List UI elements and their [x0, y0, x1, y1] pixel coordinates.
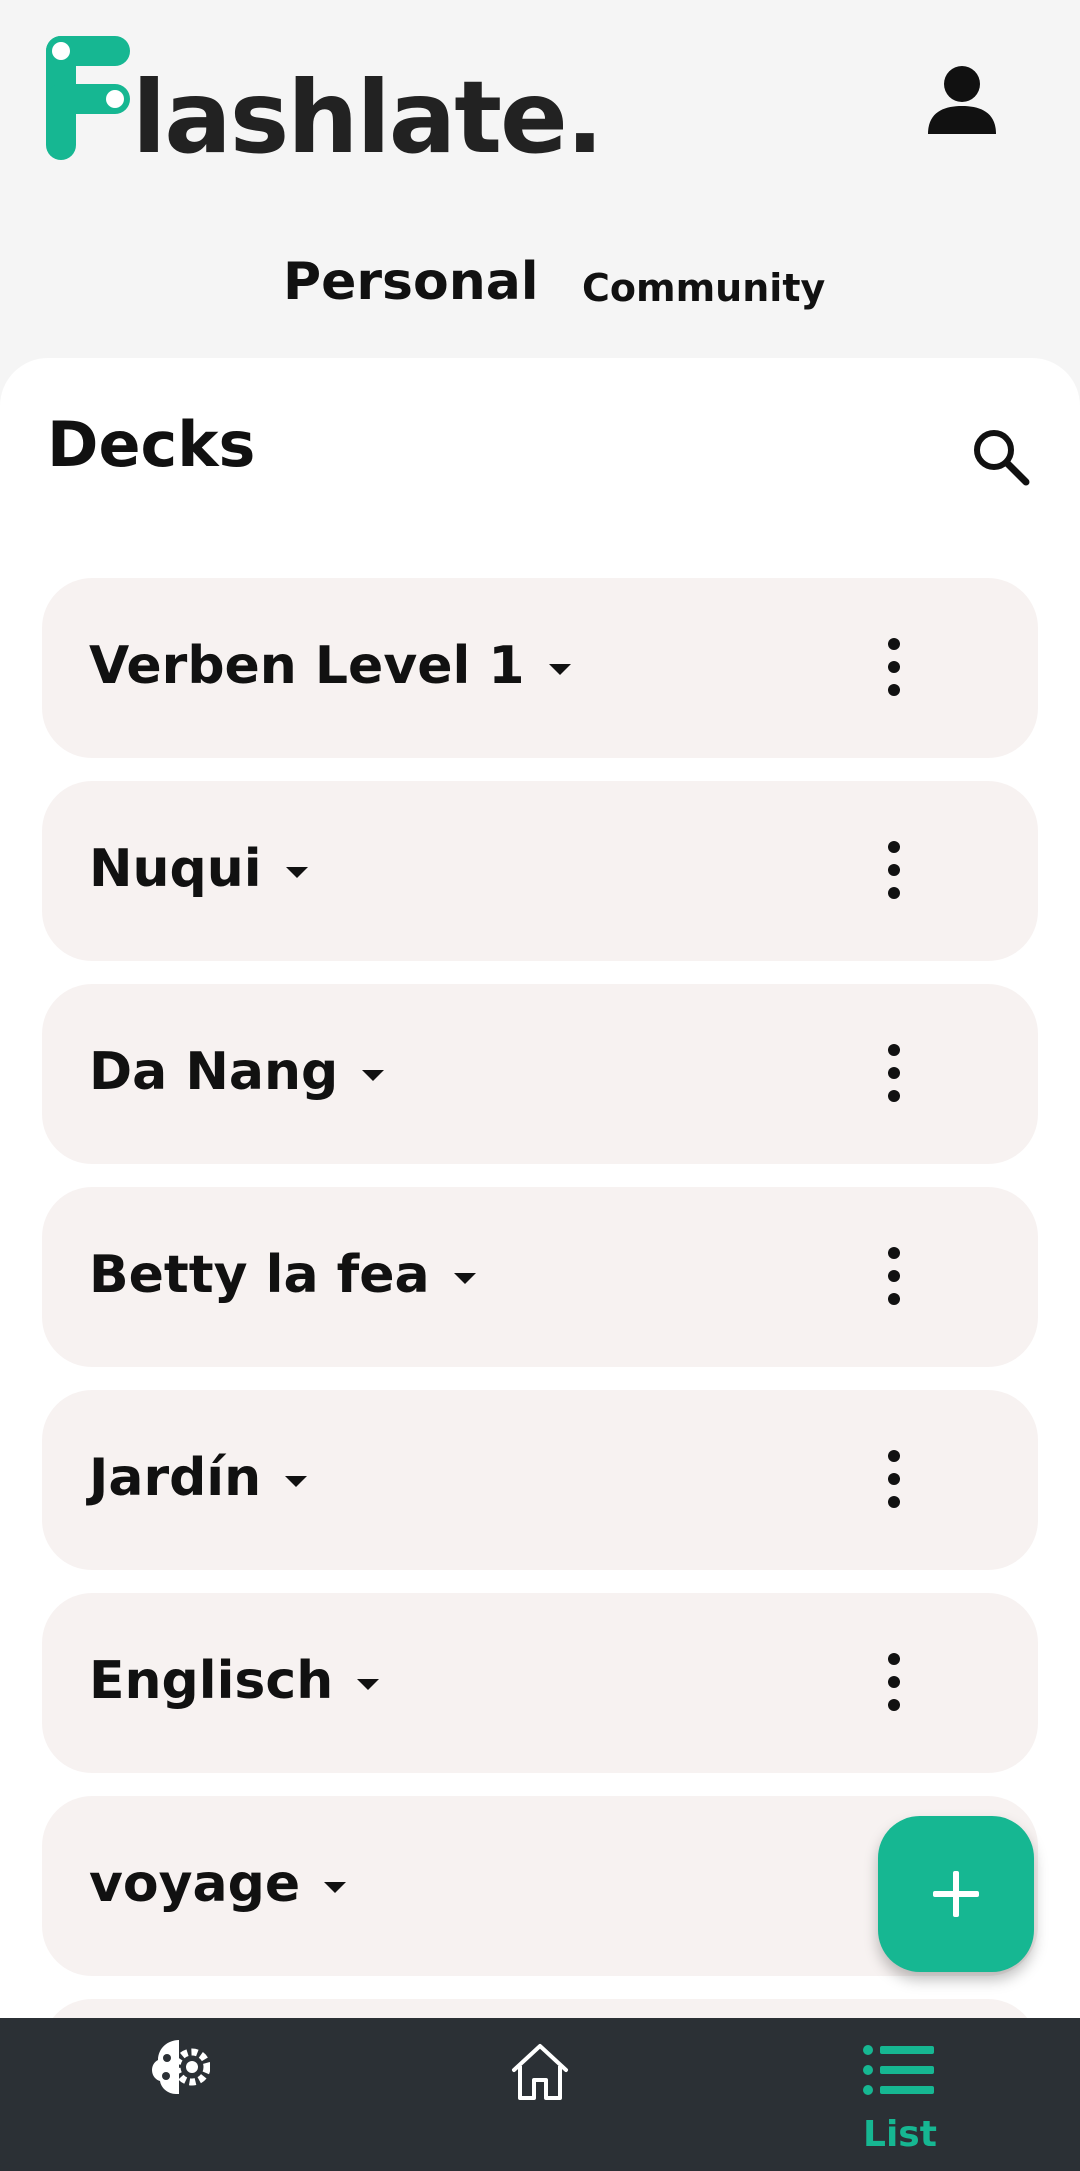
dot — [888, 1293, 900, 1305]
deck-name[interactable]: voyage — [89, 1854, 347, 1914]
dot — [888, 1090, 900, 1102]
deck-name[interactable]: Englisch — [89, 1651, 380, 1711]
deck-options-button[interactable] — [876, 841, 912, 901]
deck-name[interactable]: Nuqui — [89, 839, 308, 899]
deck-name-label: voyage — [89, 1854, 301, 1914]
dot — [888, 1496, 900, 1508]
nav-study[interactable] — [148, 2036, 211, 2098]
dot — [888, 1473, 900, 1485]
page-title: Decks — [47, 408, 256, 481]
header: lashlate. — [0, 0, 1080, 200]
caret-down-icon[interactable] — [285, 866, 308, 878]
deck-name-label: Betty la fea — [89, 1245, 430, 1305]
deck-item[interactable]: Englisch — [42, 1593, 1038, 1773]
deck-item-partial[interactable] — [42, 1999, 1038, 2018]
brain-gear-icon — [152, 2040, 211, 2094]
deck-list: Verben Level 1 Nuqui Da Nang Betty la fe… — [42, 578, 1038, 2018]
list-icon — [863, 2045, 934, 2095]
deck-name[interactable]: Verben Level 1 — [89, 636, 571, 696]
deck-item[interactable]: Da Nang — [42, 984, 1038, 1164]
deck-name[interactable]: Jardín — [89, 1448, 308, 1508]
app-name: lashlate. — [132, 59, 604, 176]
deck-name-label: Jardín — [89, 1448, 262, 1508]
deck-options-button[interactable] — [876, 638, 912, 698]
deck-name-label: Da Nang — [89, 1042, 339, 1102]
search-icon — [974, 430, 1030, 486]
caret-down-icon[interactable] — [548, 663, 571, 675]
dot — [888, 1450, 900, 1462]
deck-name[interactable]: Betty la fea — [89, 1245, 476, 1305]
dot — [888, 661, 900, 673]
search-button[interactable] — [970, 426, 1032, 488]
deck-name[interactable]: Da Nang — [89, 1042, 385, 1102]
dot — [888, 1067, 900, 1079]
dot — [888, 1270, 900, 1282]
dot — [888, 1699, 900, 1711]
tab-personal[interactable]: Personal — [283, 252, 539, 312]
app-logo: lashlate. — [44, 30, 604, 176]
deck-tabs: Personal Community — [0, 250, 1080, 320]
dot — [888, 1247, 900, 1259]
deck-options-button[interactable] — [876, 1450, 912, 1510]
decks-panel: Decks Verben Level 1 Nuqui Da Nang Betty… — [0, 358, 1080, 2018]
deck-options-button[interactable] — [876, 1653, 912, 1713]
deck-options-button[interactable] — [876, 1044, 912, 1104]
dot — [888, 1044, 900, 1056]
dot — [888, 887, 900, 899]
dot — [888, 1676, 900, 1688]
dot — [888, 684, 900, 696]
deck-item[interactable]: Nuqui — [42, 781, 1038, 961]
deck-options-button[interactable] — [876, 1247, 912, 1307]
deck-item[interactable]: Betty la fea — [42, 1187, 1038, 1367]
deck-name-label: Verben Level 1 — [89, 636, 525, 696]
nav-list[interactable]: List — [860, 2040, 940, 2160]
flashlate-logo-icon — [46, 36, 130, 160]
dot — [888, 1653, 900, 1665]
dot — [888, 638, 900, 650]
caret-down-icon[interactable] — [285, 1475, 308, 1487]
dot — [888, 864, 900, 876]
caret-down-icon[interactable] — [357, 1678, 380, 1690]
caret-down-icon[interactable] — [453, 1272, 476, 1284]
bottom-navigation: List — [0, 2018, 1080, 2171]
plus-icon — [933, 1871, 979, 1917]
add-deck-button[interactable] — [878, 1816, 1034, 1972]
deck-item[interactable]: Jardín — [42, 1390, 1038, 1570]
profile-button[interactable] — [922, 60, 1002, 140]
deck-item[interactable]: Verben Level 1 — [42, 578, 1038, 758]
nav-home[interactable] — [508, 2040, 572, 2104]
tab-community[interactable]: Community — [582, 266, 825, 310]
deck-name-label: Nuqui — [89, 839, 262, 899]
nav-list-label: List — [863, 2114, 937, 2155]
person-icon — [928, 66, 996, 134]
caret-down-icon[interactable] — [324, 1881, 347, 1893]
dot — [888, 841, 900, 853]
home-icon — [512, 2044, 568, 2100]
deck-name-label: Englisch — [89, 1651, 334, 1711]
caret-down-icon[interactable] — [362, 1069, 385, 1081]
app-screen: lashlate. Personal Community Decks Verbe… — [0, 0, 1080, 2171]
